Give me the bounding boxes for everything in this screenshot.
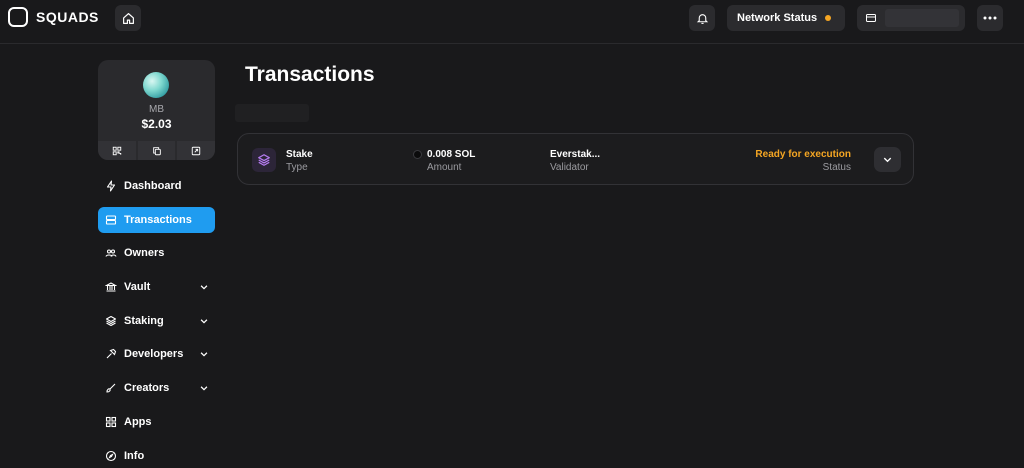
vault-card-actions (98, 141, 216, 160)
sidebar-item-label: Staking (124, 314, 164, 327)
chevron-down-icon (200, 352, 208, 357)
sidebar-item-label: Apps (124, 415, 152, 428)
layers-icon (258, 154, 270, 166)
sidebar-item-label: Info (124, 449, 145, 462)
wallet-icon (866, 14, 876, 22)
transaction-status: Ready for execution (755, 149, 851, 160)
sidebar-item-staking[interactable]: Staking (98, 308, 215, 334)
network-status-label: Network Status (737, 12, 818, 24)
sidebar-item-apps[interactable]: Apps (98, 409, 215, 435)
chevron-down-icon (883, 157, 892, 163)
sidebar-item-label: Transactions (124, 213, 192, 226)
sidebar-item-creators[interactable]: Creators (98, 375, 215, 401)
qr-code-icon (112, 146, 122, 155)
page-title: Transactions (245, 63, 375, 86)
open-external-button[interactable] (177, 141, 216, 160)
users-icon (105, 249, 117, 258)
home-icon (122, 12, 134, 24)
sidebar-item-transactions[interactable]: Transactions (98, 206, 215, 233)
transaction-type-label: Type (286, 162, 308, 173)
chevron-down-icon (200, 386, 208, 391)
sidebar-item-label: Dashboard (124, 180, 182, 192)
network-status-button[interactable]: Network Status (727, 5, 845, 31)
stake-type-badge (252, 148, 276, 172)
sidebar-item-owners[interactable]: Owners (98, 240, 215, 266)
copy-icon (152, 146, 161, 155)
transaction-validator-label: Validator (550, 162, 589, 173)
transaction-row[interactable]: Stake Type 0.008 SOL Amount Everstak... … (237, 133, 914, 185)
transaction-amount: 0.008 SOL (427, 149, 476, 160)
top-bar: SQUADS Network Status (0, 0, 1024, 44)
copy-address-button[interactable] (137, 141, 176, 160)
wallet-button[interactable] (857, 5, 965, 31)
vault-card: MB $2.03 (98, 60, 216, 160)
vault-avatar (143, 72, 169, 98)
transaction-validator: Everstak... (550, 149, 601, 160)
sidebar-nav: Dashboard Transactions Owners Vault Stak… (98, 173, 215, 468)
notifications-button[interactable] (689, 5, 715, 31)
more-horizontal-icon (983, 16, 997, 20)
title-subtitle-placeholder (235, 104, 309, 122)
sidebar-item-label: Developers (124, 348, 184, 361)
more-options-button[interactable] (977, 5, 1003, 31)
compass-icon (105, 450, 117, 461)
sidebar-item-dashboard[interactable]: Dashboard (98, 173, 215, 199)
squads-logo-icon (8, 7, 28, 27)
expand-transaction-button[interactable] (874, 147, 901, 172)
solana-icon (413, 150, 422, 159)
sidebar-item-label: Owners (124, 247, 165, 260)
brush-icon (106, 383, 116, 393)
wallet-address-redacted (885, 9, 959, 27)
qr-code-button[interactable] (98, 141, 136, 160)
transaction-status-label: Status (822, 162, 851, 173)
lightning-icon (106, 180, 116, 192)
external-link-icon (191, 146, 201, 155)
vault-name: MB (149, 104, 164, 115)
transaction-amount-label: Amount (427, 162, 462, 173)
home-button[interactable] (115, 5, 141, 31)
network-status-dot (825, 15, 832, 21)
grid-icon (105, 416, 117, 427)
transaction-type: Stake (286, 149, 313, 160)
list-icon (105, 215, 117, 225)
squads-logo[interactable]: SQUADS (8, 7, 99, 27)
hammer-icon (106, 349, 117, 359)
sidebar-item-vault[interactable]: Vault (98, 274, 215, 300)
sidebar-item-label: Creators (124, 382, 170, 395)
bell-icon (696, 13, 708, 24)
sidebar-item-info[interactable]: Info (98, 443, 215, 468)
bank-icon (105, 282, 117, 292)
chevron-down-icon (200, 319, 208, 324)
chevron-down-icon (200, 285, 208, 290)
sidebar-item-label: Vault (124, 281, 151, 294)
logo-text: SQUADS (36, 9, 99, 25)
sidebar-item-developers[interactable]: Developers (98, 341, 215, 367)
vault-balance: $2.03 (141, 117, 172, 131)
layers-icon (105, 315, 117, 326)
